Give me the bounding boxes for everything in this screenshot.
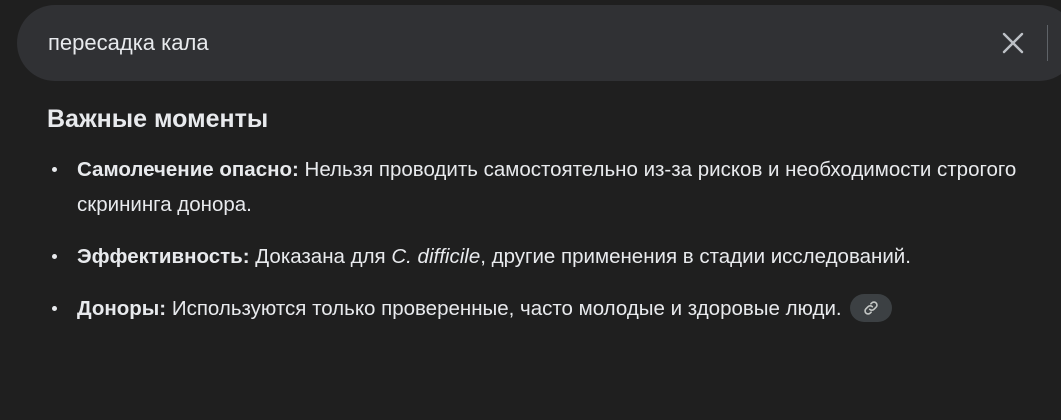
bullet-icon (52, 254, 57, 259)
section-heading: Важные моменты (47, 105, 269, 133)
item-text: Используются только проверенные, часто м… (166, 297, 842, 320)
link-icon (863, 300, 878, 315)
bullet-icon (52, 306, 57, 311)
key-points-list: Самолечение опасно: Нельзя проводить сам… (47, 152, 1047, 326)
item-text: Доказана для (249, 245, 392, 268)
source-link-button[interactable] (849, 293, 892, 322)
list-item: Эффективность: Доказана для C. difficile… (47, 239, 1047, 274)
item-text: , другие применения в стадии исследовани… (480, 245, 911, 268)
page: Важные моменты Самолечение опасно: Нельз… (0, 0, 1061, 420)
list-item: Доноры: Используются только проверенные,… (47, 291, 1047, 326)
search-bar-divider (1047, 25, 1048, 61)
close-icon (1002, 32, 1024, 54)
item-label: Самолечение опасно: (77, 158, 299, 181)
clear-search-button[interactable] (993, 23, 1033, 63)
search-input[interactable] (48, 27, 948, 59)
item-label: Эффективность: (77, 245, 250, 268)
bullet-icon (52, 167, 57, 172)
overview-content: Важные моменты Самолечение опасно: Нельз… (47, 100, 1047, 343)
search-bar (17, 5, 1061, 81)
item-text-italic: C. difficile (391, 245, 481, 268)
list-item: Самолечение опасно: Нельзя проводить сам… (47, 152, 1047, 222)
item-label: Доноры: (77, 297, 167, 320)
